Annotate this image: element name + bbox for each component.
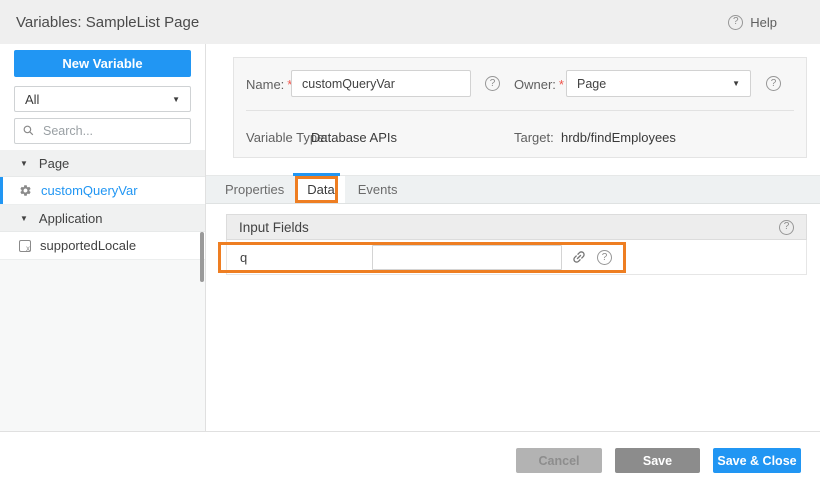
input-field-row-q: q ?: [226, 240, 807, 275]
variable-filter-value: All: [25, 92, 39, 107]
gear-icon: [19, 184, 32, 197]
sidebar-scrollbar-thumb[interactable]: [200, 232, 204, 282]
target-label: Target:: [514, 130, 554, 145]
name-label: Name:*: [246, 77, 292, 92]
help-link[interactable]: ? Help: [728, 15, 777, 30]
tree-group-label: Page: [39, 156, 69, 171]
owner-label: Owner:*: [514, 77, 564, 92]
collapse-arrow-icon: ▼: [20, 214, 28, 223]
chevron-down-icon: ▼: [172, 95, 180, 104]
tree-group-label: Application: [39, 211, 103, 226]
variable-summary-panel: Name:* ? Owner:* Page ▼ ? Variable Type:…: [233, 57, 807, 158]
cancel-button[interactable]: Cancel: [516, 448, 602, 473]
input-fields-section: Input Fields ? q ?: [226, 214, 807, 275]
save-button[interactable]: Save: [615, 448, 700, 473]
locale-icon: x: [19, 240, 31, 252]
variable-type-value: Database APIs: [311, 130, 397, 145]
variables-tree: ▼ Page customQueryVar ▼ Application x su…: [0, 150, 205, 260]
help-icon: ?: [728, 15, 743, 30]
target-value: hrdb/findEmployees: [561, 130, 676, 145]
variables-dialog: Variables: SampleList Page ? Help New Va…: [0, 0, 820, 489]
tab-bar: Properties Data Events: [206, 175, 820, 204]
dialog-footer: Cancel Save Save & Close: [0, 431, 820, 489]
name-help-icon[interactable]: ?: [485, 76, 500, 91]
input-fields-title: Input Fields: [239, 220, 309, 235]
tab-properties[interactable]: Properties: [212, 176, 297, 203]
chevron-down-icon: ▼: [732, 79, 740, 88]
field-q-input[interactable]: [372, 245, 562, 270]
active-tab-indicator: [293, 173, 340, 176]
tab-events[interactable]: Events: [345, 176, 411, 203]
save-and-close-button[interactable]: Save & Close: [713, 448, 801, 473]
sidebar-controls: New Variable All ▼: [0, 44, 205, 150]
owner-help-icon[interactable]: ?: [766, 76, 781, 91]
tree-item-label: supportedLocale: [40, 238, 136, 253]
variables-sidebar: New Variable All ▼ ▼ Page customQ: [0, 44, 206, 431]
input-fields-header: Input Fields ?: [226, 214, 807, 240]
bind-link-icon[interactable]: [570, 249, 587, 266]
new-variable-button[interactable]: New Variable: [14, 50, 191, 77]
tree-item-label: customQueryVar: [41, 183, 138, 198]
tab-data[interactable]: Data: [297, 176, 344, 203]
input-fields-help-icon[interactable]: ?: [779, 220, 794, 235]
tree-group-page[interactable]: ▼ Page: [0, 150, 205, 177]
collapse-arrow-icon: ▼: [20, 159, 28, 168]
owner-select-value: Page: [577, 77, 606, 91]
required-marker: *: [559, 77, 564, 92]
tree-item-supportedlocale[interactable]: x supportedLocale: [0, 232, 205, 260]
field-q-label: q: [240, 250, 247, 265]
help-label: Help: [750, 15, 777, 30]
variable-filter-select[interactable]: All ▼: [14, 86, 191, 112]
dialog-header: Variables: SampleList Page ? Help: [0, 0, 820, 44]
tree-item-customqueryvar[interactable]: customQueryVar: [0, 177, 205, 205]
name-input[interactable]: [291, 70, 471, 97]
search-input[interactable]: [14, 118, 191, 144]
page-title: Variables: SampleList Page: [16, 14, 199, 31]
field-q-help-icon[interactable]: ?: [597, 250, 612, 265]
owner-select[interactable]: Page ▼: [566, 70, 751, 97]
panel-divider: [246, 110, 794, 111]
tree-group-application[interactable]: ▼ Application: [0, 205, 205, 232]
variable-detail-pane: Name:* ? Owner:* Page ▼ ? Variable Type:…: [206, 44, 820, 431]
